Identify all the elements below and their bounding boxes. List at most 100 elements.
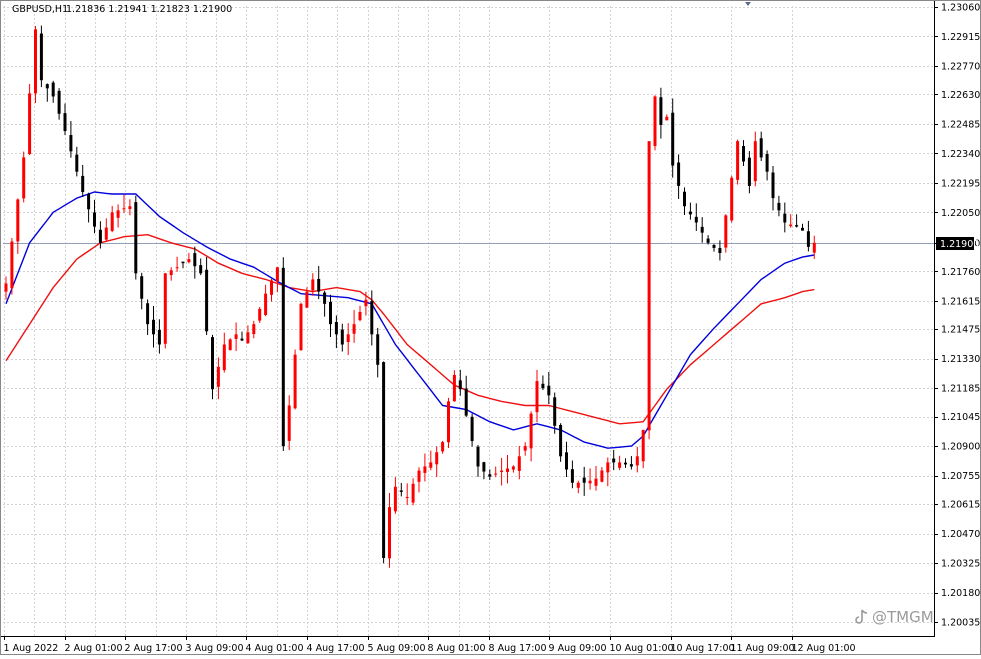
candle[interactable] — [653, 95, 657, 151]
candle[interactable] — [736, 139, 740, 185]
current-price-tag-text: 1.21900 — [940, 239, 979, 250]
x-tick-label: 11 Aug 09:00 — [731, 643, 795, 654]
candle[interactable] — [382, 361, 386, 564]
candle-body — [771, 172, 775, 199]
candle-body — [458, 380, 462, 390]
candle-body — [334, 321, 338, 335]
candle-body — [535, 381, 539, 413]
candle-body — [541, 383, 545, 389]
candle-body — [311, 279, 315, 291]
y-tick-label: 1.22485 — [941, 119, 980, 130]
candle-body — [706, 238, 710, 243]
candle-body — [523, 446, 527, 451]
candle-body — [75, 154, 79, 172]
candle[interactable] — [293, 349, 297, 410]
candle-body — [694, 216, 698, 223]
candle-body — [747, 157, 751, 186]
candle-body — [476, 446, 480, 467]
candle-body — [629, 464, 633, 467]
candle-body — [405, 496, 409, 498]
y-tick-label: 1.21045 — [941, 412, 980, 423]
candle-body — [730, 177, 734, 221]
y-tick-label: 1.23060 — [941, 3, 980, 14]
candle[interactable] — [647, 141, 651, 440]
candle[interactable] — [452, 370, 456, 402]
candle-body — [169, 270, 173, 276]
candle-body — [152, 319, 155, 335]
candle-body — [364, 299, 368, 307]
candle-body — [252, 324, 256, 335]
y-tick-label: 1.21185 — [941, 384, 980, 395]
candle-body — [724, 215, 728, 248]
candle[interactable] — [28, 84, 32, 156]
x-tick-label: 4 Aug 01:00 — [246, 643, 304, 654]
symbol-label: GBPUSD,H1 — [12, 4, 68, 15]
candle[interactable] — [134, 195, 138, 280]
candle-body — [429, 462, 433, 468]
candle-body — [382, 362, 386, 558]
candle-body — [700, 226, 704, 233]
candle-body — [293, 354, 297, 409]
candle-body — [258, 308, 262, 321]
candle-body — [270, 280, 273, 295]
candle-body — [216, 366, 220, 387]
candle-body — [346, 334, 350, 343]
candle-body — [718, 247, 722, 253]
candle[interactable] — [299, 302, 303, 351]
candle-body — [547, 385, 551, 396]
candle-body — [181, 261, 185, 264]
candle-body — [653, 96, 657, 147]
candle-body — [39, 33, 43, 81]
candle-body — [511, 466, 515, 470]
candle-body — [447, 401, 450, 443]
candle-body — [211, 337, 214, 390]
candle-body — [305, 291, 309, 308]
y-tick-label: 1.22340 — [941, 149, 980, 160]
price-chart[interactable]: 1.23060 1.22915 1.22770 1.22630 1.22485 1.223… — [0, 0, 981, 655]
candle-body — [565, 452, 568, 470]
candle-body — [742, 146, 745, 162]
candle[interactable] — [258, 306, 262, 323]
candle-body — [110, 212, 114, 231]
candle[interactable] — [163, 272, 167, 349]
candle-body — [783, 213, 787, 223]
candle[interactable] — [10, 238, 14, 295]
candle-body — [122, 208, 126, 210]
candle-body — [146, 303, 150, 325]
candle-body — [4, 283, 8, 292]
candle-body — [688, 211, 692, 215]
y-tick-label: 1.20035 — [941, 618, 980, 629]
candle-body — [411, 483, 415, 503]
candle-body — [163, 273, 167, 344]
y-tick-label: 1.21330 — [941, 354, 980, 365]
candle-body — [275, 267, 279, 282]
candle-body — [287, 405, 291, 441]
candle-body — [240, 338, 244, 341]
candle-body — [801, 227, 804, 231]
candle[interactable] — [228, 338, 232, 351]
x-tick-label: 2 Aug 01:00 — [65, 643, 123, 654]
x-tick-label: 3 Aug 09:00 — [186, 643, 244, 654]
candle-body — [647, 141, 651, 431]
candle-body — [500, 470, 504, 473]
candle[interactable] — [447, 397, 450, 448]
y-tick-label: 1.20470 — [941, 529, 980, 540]
candle-body — [157, 329, 161, 345]
x-tick-label: 4 Aug 17:00 — [307, 643, 365, 654]
x-tick-label: 12 Aug 01:00 — [792, 643, 856, 654]
candle-body — [417, 470, 421, 482]
candle[interactable] — [281, 257, 285, 451]
current-price-tag: 1.21900 — [936, 237, 979, 250]
x-tick-label: 8 Aug 17:00 — [489, 643, 547, 654]
candle[interactable] — [39, 25, 43, 88]
x-tick-label: 1 Aug 2022 — [4, 643, 59, 654]
candle[interactable] — [22, 151, 26, 203]
candle[interactable] — [559, 423, 563, 462]
candle[interactable] — [730, 175, 734, 223]
candle[interactable] — [34, 26, 37, 103]
candle-body — [63, 113, 67, 132]
candle[interactable] — [724, 214, 728, 253]
candle-body — [488, 474, 492, 477]
y-tick-label: 1.22050 — [941, 208, 980, 219]
chart-window[interactable]: 1.23060 1.22915 1.22770 1.22630 1.22485 1.223… — [0, 0, 981, 655]
